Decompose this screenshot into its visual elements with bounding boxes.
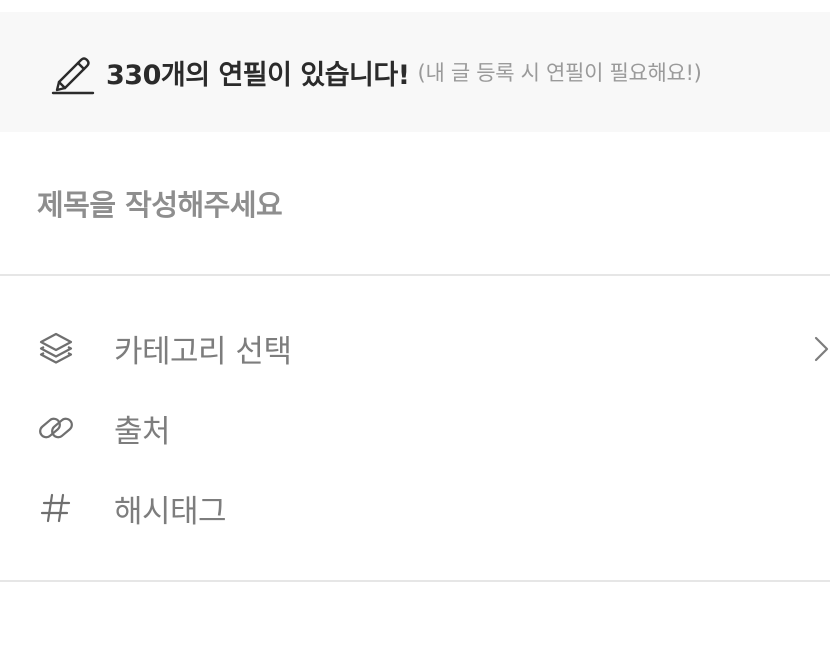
- category-select-row[interactable]: 카테고리 선택: [0, 313, 830, 383]
- category-select-label: 카테고리 선택: [114, 333, 292, 370]
- source-label: 출처: [114, 413, 171, 450]
- link-icon: [36, 408, 76, 448]
- write-post-screen: 330개의 연필이 있습니다! (내 글 등록 시 연필이 필요해요!) 카테고…: [0, 0, 830, 658]
- top-strip: [0, 0, 830, 12]
- layers-icon: [36, 328, 76, 368]
- divider: [0, 274, 830, 276]
- chevron-right-icon: [812, 335, 830, 363]
- title-input[interactable]: [0, 160, 830, 250]
- pencil-count-banner: 330개의 연필이 있습니다! (내 글 등록 시 연필이 필요해요!): [0, 12, 830, 132]
- pencil-hint-text: (내 글 등록 시 연필이 필요해요!): [417, 61, 702, 85]
- hashtag-row[interactable]: 해시태그: [0, 473, 830, 543]
- pencil-count-text: 330개의 연필이 있습니다!: [106, 59, 410, 91]
- source-row[interactable]: 출처: [0, 393, 830, 463]
- hashtag-icon: [36, 488, 76, 528]
- hashtag-label: 해시태그: [114, 493, 227, 530]
- pencil-icon: [50, 49, 96, 95]
- divider: [0, 580, 830, 582]
